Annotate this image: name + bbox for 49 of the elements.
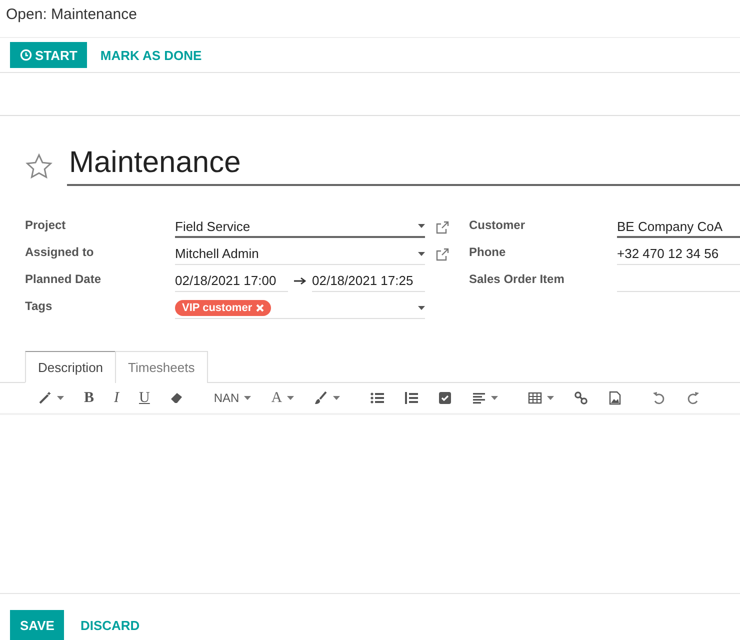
field-label: Sales Order Item [469, 272, 566, 288]
magic-wand-icon [38, 391, 52, 405]
table-icon [528, 391, 542, 405]
select-field[interactable]: Mitchell Admin [175, 243, 425, 265]
checkbox-icon [438, 391, 452, 405]
brush-icon [314, 391, 328, 405]
field-label: Customer [469, 218, 526, 234]
external-link-icon[interactable] [435, 220, 449, 234]
tab[interactable]: Timesheets [115, 351, 208, 383]
date-field[interactable]: 02/18/2021 17:25 [312, 270, 425, 292]
undo-icon [652, 391, 666, 405]
task-name-field[interactable]: Maintenance [67, 146, 740, 186]
external-link-icon[interactable] [435, 247, 449, 261]
dropdown-button[interactable]: A [263, 386, 302, 410]
arrow-icon [294, 277, 306, 285]
select-field[interactable]: Field Service [175, 216, 425, 238]
image-icon [608, 391, 622, 405]
eraser-icon [170, 391, 184, 405]
field-label: Assigned to [25, 245, 95, 261]
bullet-list-icon [370, 391, 384, 405]
format-button[interactable]: U [131, 386, 158, 410]
input-field[interactable]: BE Company CoA [617, 216, 740, 238]
remove-icon[interactable] [256, 304, 264, 312]
format-button[interactable]: B [76, 386, 102, 410]
caret-icon [57, 396, 64, 400]
format-button[interactable]: I [106, 386, 128, 410]
caret-icon [287, 396, 294, 400]
caret-icon [333, 396, 340, 400]
caret-icon [244, 396, 252, 400]
caret-icon [418, 224, 425, 228]
caret-icon [491, 396, 498, 400]
field-label: Phone [469, 245, 507, 261]
link-icon [574, 391, 588, 405]
dialog-title: Open: Maintenance [6, 6, 137, 23]
numbered-list-icon [404, 391, 418, 405]
caret-icon [418, 252, 425, 256]
align-icon [472, 391, 486, 405]
redo-icon [686, 391, 700, 405]
field-label: Tags [25, 299, 54, 315]
field-label: Planned Date [25, 272, 102, 288]
star-icon[interactable] [25, 152, 53, 180]
dropdown-button[interactable]: NAN [206, 386, 260, 410]
caret-icon [418, 306, 425, 310]
input-field[interactable]: +32 470 12 34 56 [617, 243, 740, 265]
caret-icon [547, 396, 554, 400]
date-field[interactable]: 02/18/2021 17:00 [175, 270, 288, 292]
field-label: Project [25, 218, 67, 234]
clock-icon [20, 49, 32, 61]
tab[interactable]: Description [25, 351, 116, 383]
